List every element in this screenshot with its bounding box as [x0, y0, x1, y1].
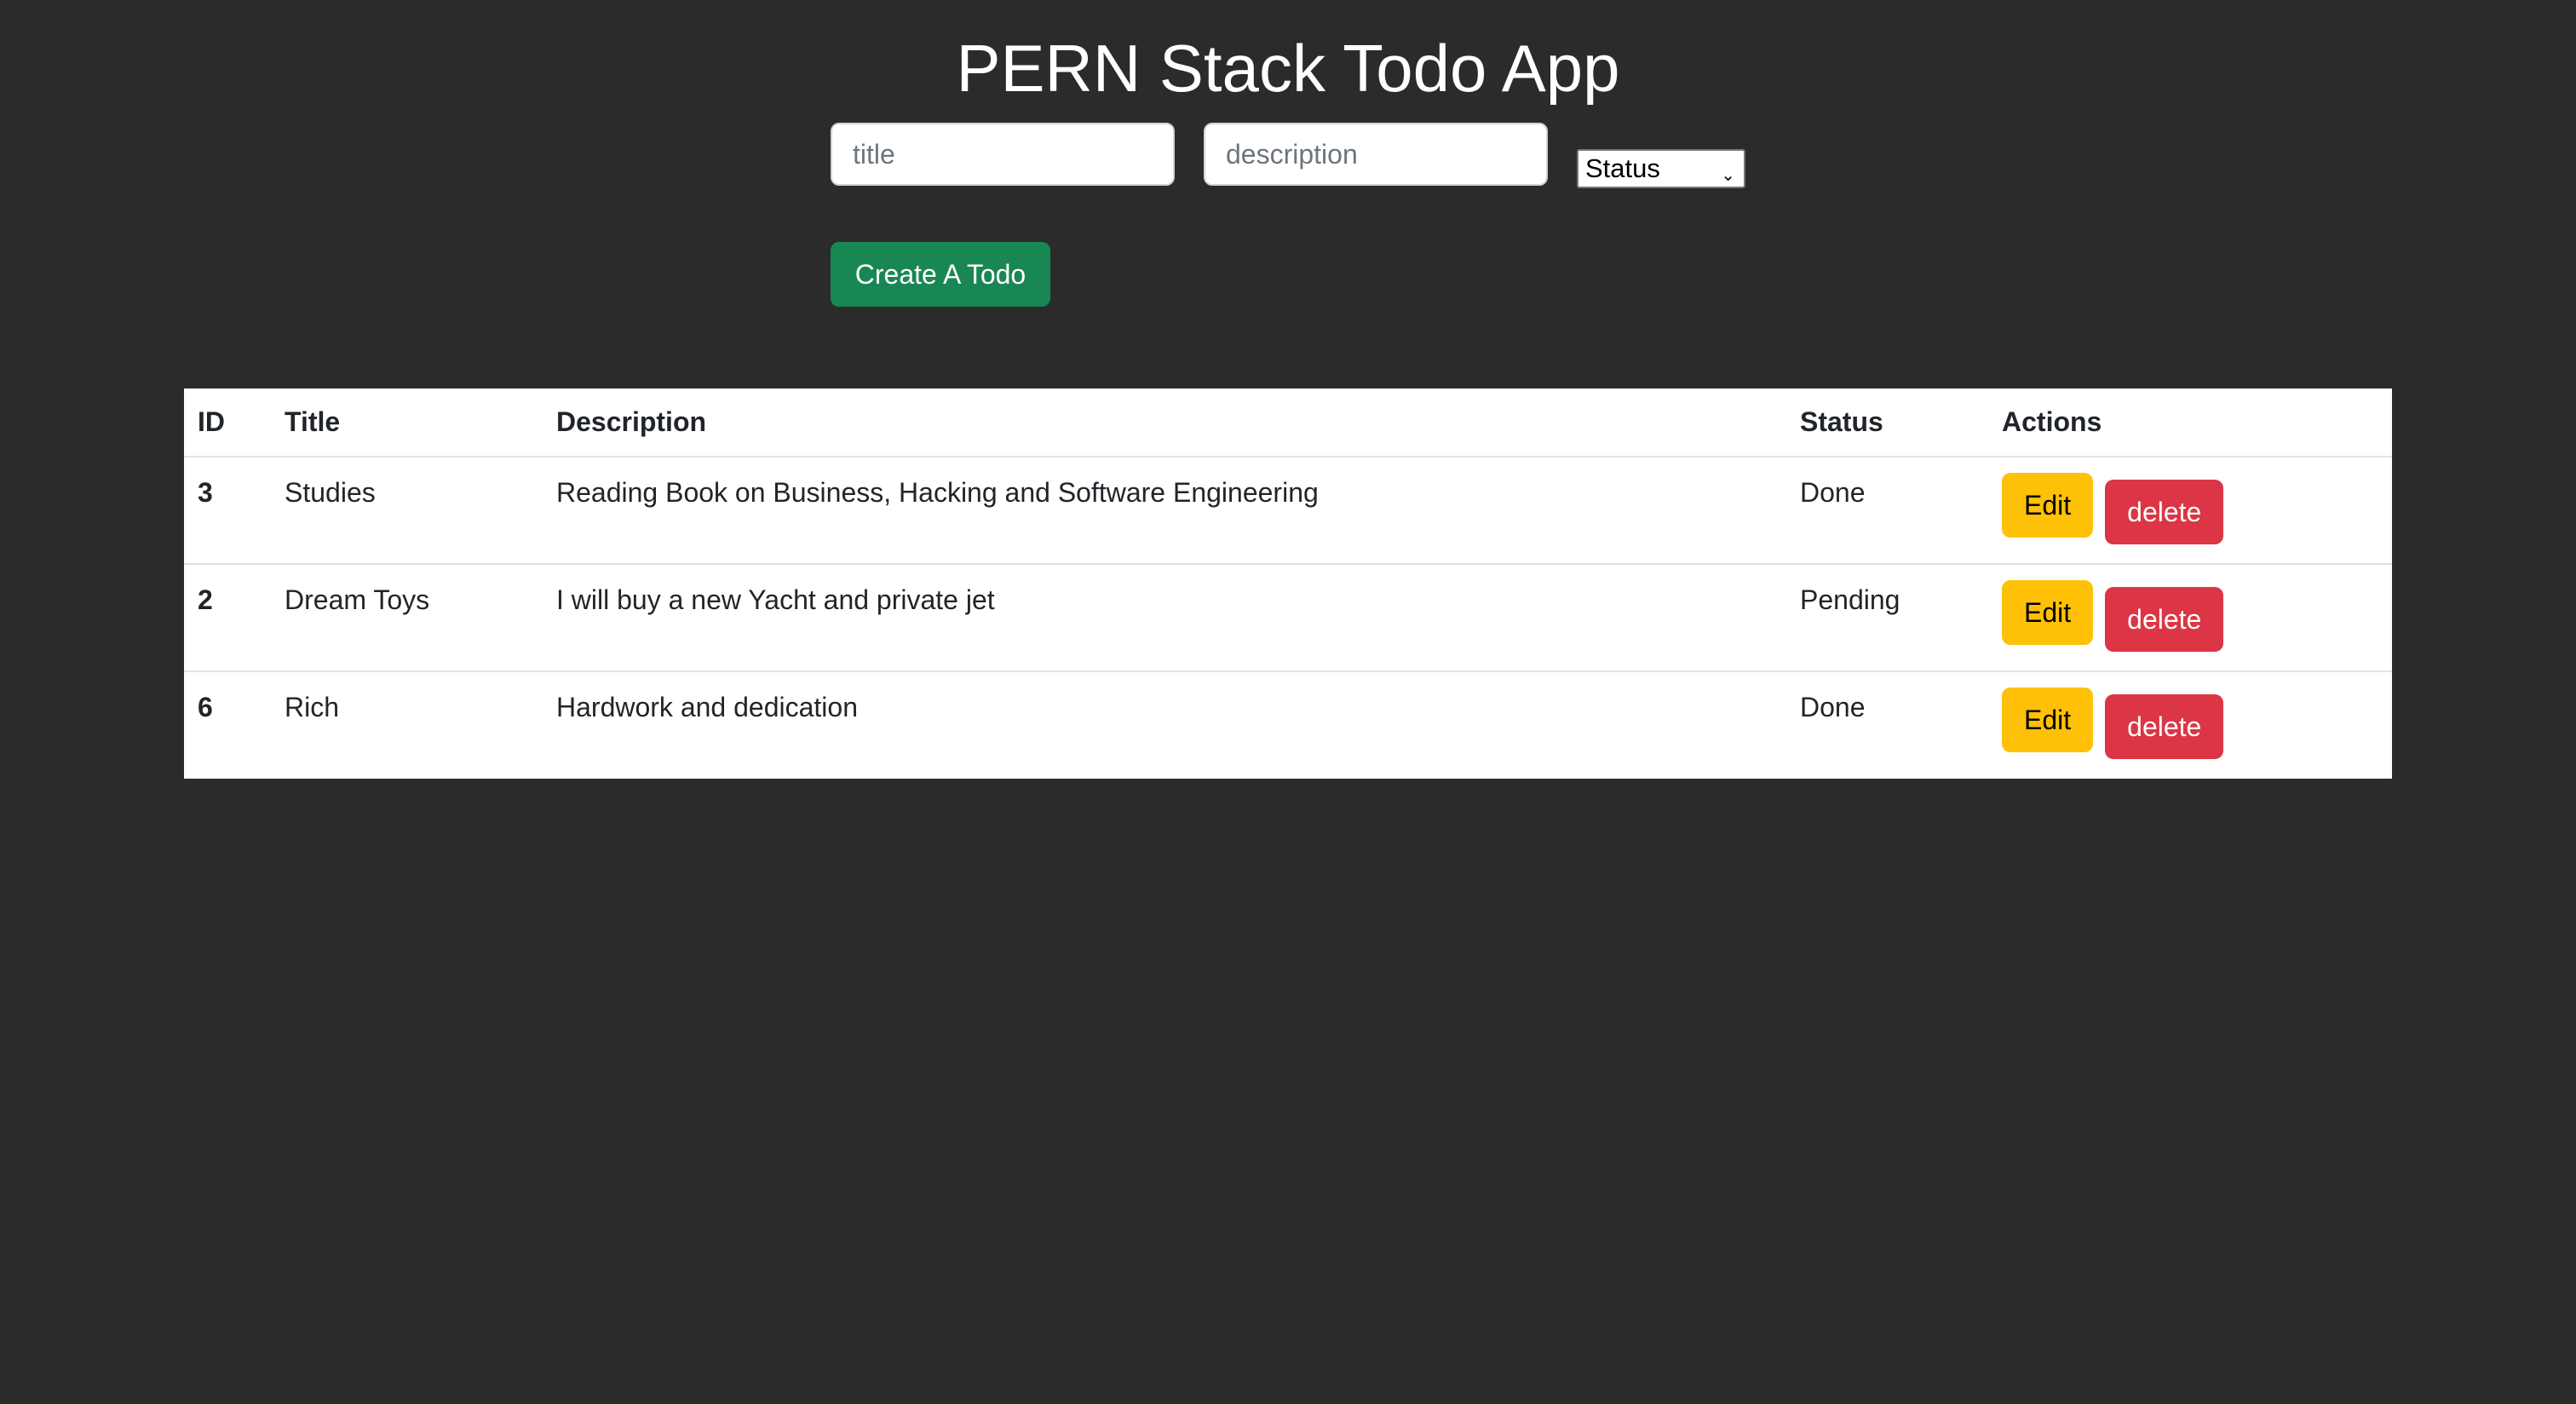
delete-button[interactable]: delete	[2105, 587, 2224, 652]
todo-status: Done	[1786, 457, 1988, 565]
status-select[interactable]: Status ⌄	[1577, 149, 1745, 188]
delete-button[interactable]: delete	[2105, 480, 2224, 544]
header-description: Description	[543, 388, 1786, 457]
delete-button[interactable]: delete	[2105, 694, 2224, 759]
edit-button[interactable]: Edit	[2002, 688, 2094, 752]
todo-table: ID Title Description Status Actions 3 St…	[184, 388, 2392, 779]
todo-actions: Edit delete	[1988, 671, 2392, 779]
title-input[interactable]	[831, 123, 1175, 186]
todo-id: 6	[198, 692, 213, 722]
edit-button[interactable]: Edit	[2002, 580, 2094, 645]
header-id: ID	[184, 388, 271, 457]
table-row: 6 Rich Hardwork and dedication Done Edit…	[184, 671, 2392, 779]
todo-actions: Edit delete	[1988, 564, 2392, 672]
todo-description: I will buy a new Yacht and private jet	[543, 564, 1786, 672]
todo-id: 3	[184, 457, 271, 565]
table-header-row: ID Title Description Status Actions	[184, 388, 2392, 457]
table-row: 3 Studies Reading Book on Business, Hack…	[184, 457, 2392, 565]
description-input[interactable]	[1204, 123, 1548, 186]
chevron-down-icon: ⌄	[1721, 166, 1735, 185]
header-title: Title	[271, 388, 543, 457]
status-select-value: Status	[1585, 153, 1660, 183]
page-title: PERN Stack Todo App	[956, 31, 1620, 106]
todo-title: Rich	[285, 692, 340, 722]
header-actions: Actions	[1988, 388, 2392, 457]
header-status: Status	[1786, 388, 1988, 457]
todo-id: 2	[184, 564, 271, 672]
todo-actions: Edit delete	[1988, 457, 2392, 565]
table-row: 2 Dream Toys I will buy a new Yacht and …	[184, 564, 2392, 672]
todo-description: Hardwork and dedication	[556, 692, 858, 722]
todo-title: Dream Toys	[271, 564, 543, 672]
todo-status: Pending	[1786, 564, 1988, 672]
create-todo-button[interactable]: Create A Todo	[831, 242, 1050, 307]
todo-description: Reading Book on Business, Hacking and So…	[543, 457, 1786, 565]
todo-title: Studies	[271, 457, 543, 565]
todo-status: Done	[1800, 692, 1866, 722]
edit-button[interactable]: Edit	[2002, 473, 2094, 538]
